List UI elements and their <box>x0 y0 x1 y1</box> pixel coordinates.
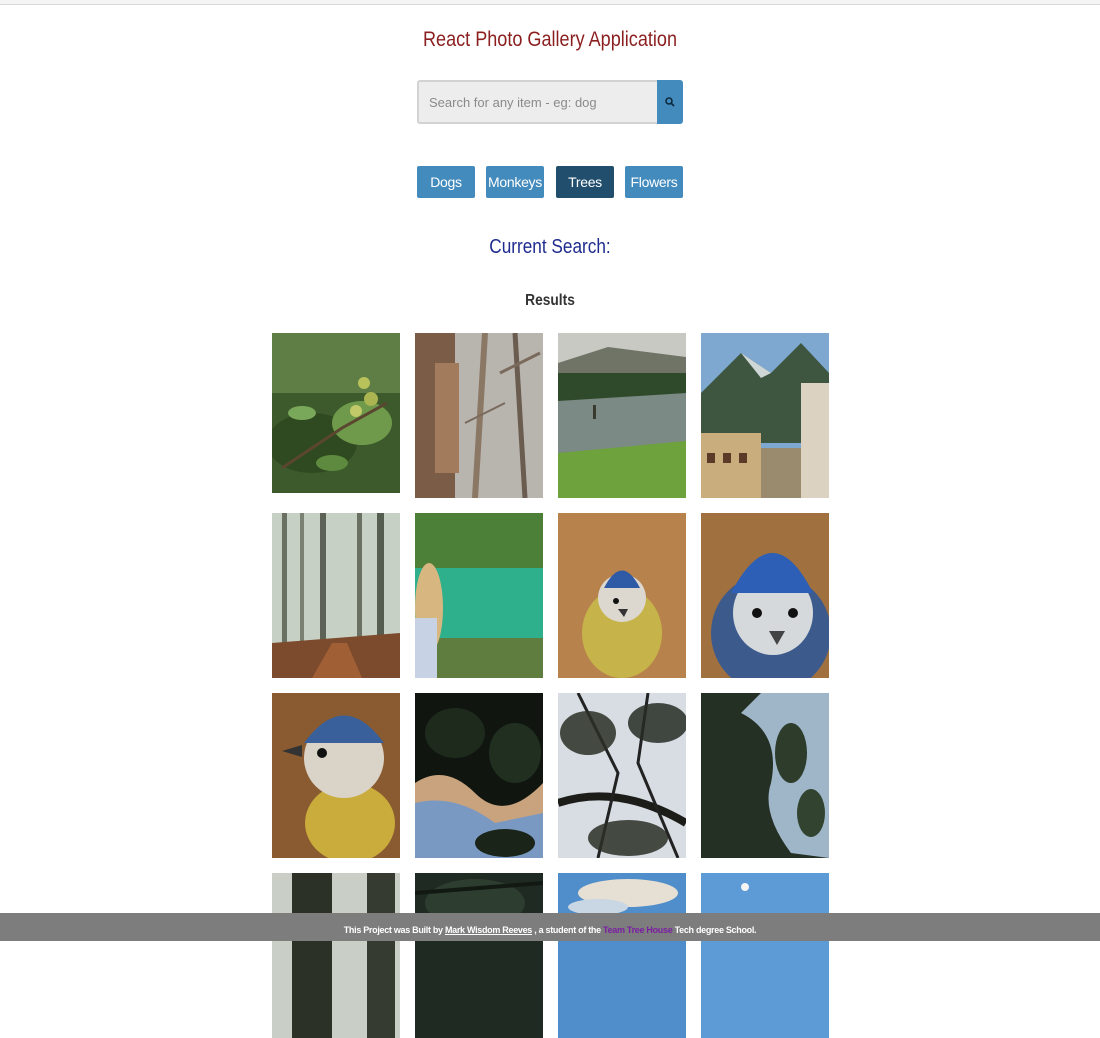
photo-blue-tit-bird[interactable] <box>558 513 686 678</box>
top-border <box>0 0 1100 5</box>
photo-alpine-village[interactable] <box>701 333 829 498</box>
results-title: Results <box>525 292 575 309</box>
page-title: React Photo Gallery Application <box>423 28 677 51</box>
search-input[interactable] <box>417 80 657 124</box>
footer-prefix: This Project was Built by <box>343 925 445 935</box>
photo-pine-branches[interactable] <box>558 693 686 858</box>
photo-river-fly-fishing[interactable] <box>558 333 686 498</box>
school-link[interactable]: Team Tree House <box>603 925 673 935</box>
search-icon <box>665 97 675 107</box>
photo-clouds-sky[interactable] <box>558 873 686 1038</box>
nav-trees-button[interactable]: Trees <box>556 166 614 198</box>
photo-eucalyptus-trunks[interactable] <box>415 333 543 498</box>
nav-flowers-button[interactable]: Flowers <box>625 166 683 198</box>
footer-suffix: Tech degree School. <box>672 925 757 935</box>
nav-monkeys-button[interactable]: Monkeys <box>486 166 544 198</box>
photo-blue-tit-bird-closeup[interactable] <box>701 513 829 678</box>
current-search-label: Current Search: <box>489 236 611 258</box>
photo-leaves-against-sky[interactable] <box>415 693 543 858</box>
footer: This Project was Built by Mark Wisdom Re… <box>0 913 1100 941</box>
photo-tree-canopy[interactable] <box>701 693 829 858</box>
search-form <box>417 80 683 124</box>
photo-dark-branches[interactable] <box>415 873 543 1038</box>
current-search-heading: Current Search: <box>77 236 1023 259</box>
photo-oak-branch-acorns[interactable] <box>272 333 400 493</box>
photo-blue-tit-portrait[interactable] <box>272 693 400 858</box>
photo-moon-blue-sky[interactable] <box>701 873 829 1038</box>
photo-woman-at-lake[interactable] <box>415 513 543 678</box>
nav-dogs-button[interactable]: Dogs <box>417 166 475 198</box>
photo-foggy-forest[interactable] <box>272 513 400 678</box>
footer-middle: , a student of the <box>532 925 604 935</box>
photo-tree-trunk[interactable] <box>272 873 400 1038</box>
search-button[interactable] <box>657 80 683 124</box>
author-link[interactable]: Mark Wisdom Reeves <box>445 925 532 935</box>
topic-nav: Dogs Monkeys Trees Flowers <box>0 166 1100 198</box>
